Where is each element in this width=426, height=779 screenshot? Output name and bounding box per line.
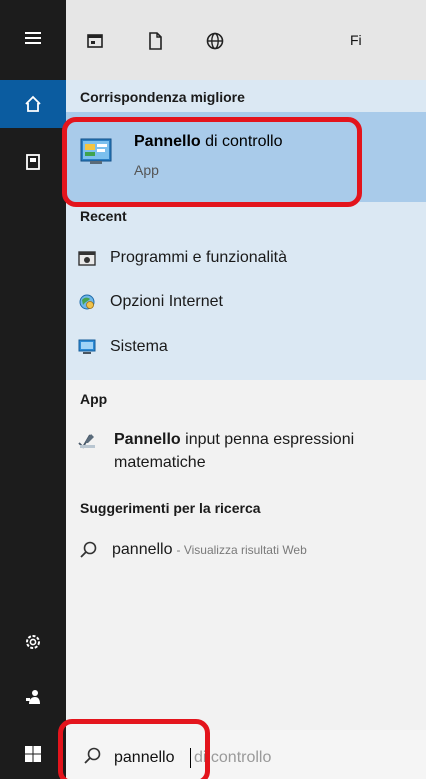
search-input-text[interactable]: pannello xyxy=(114,749,175,767)
search-autocomplete-hint: di controllo xyxy=(194,749,272,766)
recent-item-programs[interactable]: Programmi e funzionalità xyxy=(78,243,418,273)
app-item-math-input[interactable]: Pannello input penna espressioni matemat… xyxy=(78,428,418,478)
best-match-result[interactable] xyxy=(66,112,426,202)
control-panel-icon xyxy=(80,138,112,164)
start-button[interactable] xyxy=(0,730,66,778)
math-input-icon xyxy=(78,434,95,449)
windows-start-icon xyxy=(25,746,41,762)
notebook-icon xyxy=(26,154,40,170)
recent-item-system[interactable]: Sistema xyxy=(78,332,418,362)
web-filter-icon xyxy=(206,32,224,50)
best-match-heading: Corrispondenza migliore xyxy=(80,89,245,105)
suggestions-heading: Suggerimenti per la ricerca xyxy=(80,500,261,516)
search-icon xyxy=(80,541,97,558)
left-rail xyxy=(0,0,66,779)
app-item-label: Pannello input penna espressioni matemat… xyxy=(114,431,355,471)
hamburger-menu-button[interactable] xyxy=(0,14,66,62)
settings-button[interactable] xyxy=(0,618,66,666)
text-caret xyxy=(190,748,191,768)
recent-item-label: Sistema xyxy=(110,338,168,355)
recent-item-label: Opzioni Internet xyxy=(110,293,223,310)
feedback-button[interactable] xyxy=(0,673,66,721)
feedback-icon xyxy=(26,690,40,704)
recent-item-internet-options[interactable]: Opzioni Internet xyxy=(78,287,418,317)
recent-item-label: Programmi e funzionalità xyxy=(110,249,287,266)
internet-options-icon xyxy=(79,294,95,310)
suggestion-term: pannello xyxy=(112,541,173,558)
apps-filter-icon xyxy=(87,34,103,48)
programs-features-icon xyxy=(78,251,96,266)
system-icon xyxy=(78,339,96,354)
best-match-subtitle: App xyxy=(134,162,159,178)
notebook-button[interactable] xyxy=(0,138,66,186)
suggestion-item[interactable]: pannello - Visualizza risultati Web xyxy=(78,536,418,564)
suggestion-suffix: - Visualizza risultati Web xyxy=(176,543,307,557)
home-icon xyxy=(25,95,41,112)
search-icon xyxy=(84,747,101,764)
more-filters-label[interactable]: Fi xyxy=(350,32,362,48)
apps-heading: App xyxy=(80,391,108,407)
web-filter-button[interactable] xyxy=(204,30,226,52)
hamburger-menu-icon xyxy=(25,32,41,44)
apps-filter-button[interactable] xyxy=(84,30,106,52)
recent-heading: Recent xyxy=(80,208,127,224)
settings-icon xyxy=(26,635,40,649)
home-button[interactable] xyxy=(0,80,66,128)
documents-filter-button[interactable] xyxy=(144,30,166,52)
documents-filter-icon xyxy=(149,32,162,50)
best-match-title: Pannello di controllo xyxy=(134,133,283,150)
filter-bar xyxy=(66,0,426,80)
cortana-search-screen: Fi Corrispondenza migliore Pannello di c… xyxy=(0,0,426,779)
